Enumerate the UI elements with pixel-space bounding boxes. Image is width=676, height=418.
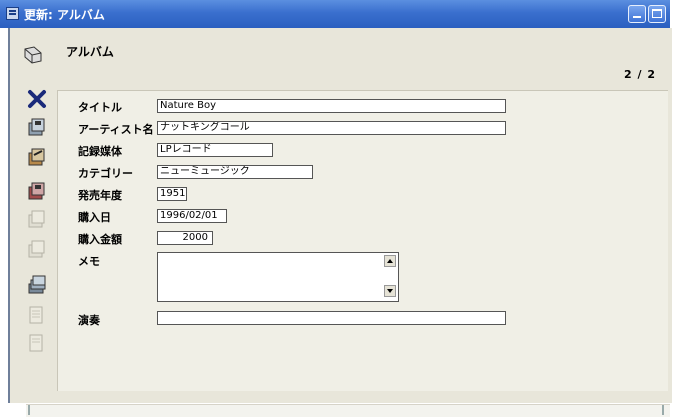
year-label: 発売年度 [78, 189, 122, 202]
maximize-button[interactable] [648, 5, 666, 23]
page-title: アルバム [66, 45, 114, 59]
scroll-left-icon[interactable] [28, 405, 30, 415]
disabled-folder2-icon [29, 334, 43, 352]
disabled-disk2-icon [28, 240, 45, 258]
copy-disk-icon[interactable] [26, 180, 48, 202]
price-label: 購入金額 [78, 233, 122, 246]
title-field[interactable]: Nature Boy [157, 99, 506, 113]
edit-disk-icon[interactable] [26, 146, 48, 168]
title-label: タイトル [78, 101, 122, 114]
disabled-folder-icon [29, 306, 43, 324]
year-field[interactable]: 1951 [157, 187, 187, 201]
scroll-up-icon[interactable] [384, 255, 396, 267]
purchase-date-field[interactable]: 1996/02/01 [157, 209, 227, 223]
app-window: 更新: アルバム アルバム 2 / 2 タイトル Nature Boy アーティ… [0, 0, 672, 418]
book-page-icon [24, 46, 42, 64]
horizontal-scrollbar[interactable] [26, 404, 670, 417]
delete-x-icon[interactable] [26, 88, 48, 110]
memo-textarea[interactable] [157, 252, 399, 302]
disabled-disk-icon [28, 210, 45, 228]
grid-window-icon[interactable] [6, 7, 19, 20]
media-label: 記録媒体 [78, 145, 122, 158]
category-field[interactable]: ニューミュージック [157, 165, 313, 179]
scroll-down-icon[interactable] [384, 285, 396, 297]
window-title: 更新: アルバム [24, 8, 105, 22]
memo-label: メモ [78, 255, 100, 268]
price-field[interactable]: 2000 [157, 231, 213, 245]
performer-label: 演奏 [78, 314, 100, 327]
stack-disk-icon[interactable] [26, 274, 48, 296]
scroll-right-icon[interactable] [662, 405, 664, 415]
minimize-button[interactable] [628, 5, 646, 23]
purchase-date-label: 購入日 [78, 211, 111, 224]
artist-field[interactable]: ナットキングコール [157, 121, 506, 135]
media-field[interactable]: LPレコード [157, 143, 273, 157]
save-disk-icon[interactable] [26, 116, 48, 138]
performer-field[interactable] [157, 311, 506, 325]
record-counter: 2 / 2 [624, 68, 656, 81]
artist-label: アーティスト名 [78, 123, 154, 136]
category-label: カテゴリー [78, 167, 133, 180]
memo-scrollbar[interactable] [382, 253, 398, 301]
title-bar[interactable]: 更新: アルバム [0, 0, 670, 28]
